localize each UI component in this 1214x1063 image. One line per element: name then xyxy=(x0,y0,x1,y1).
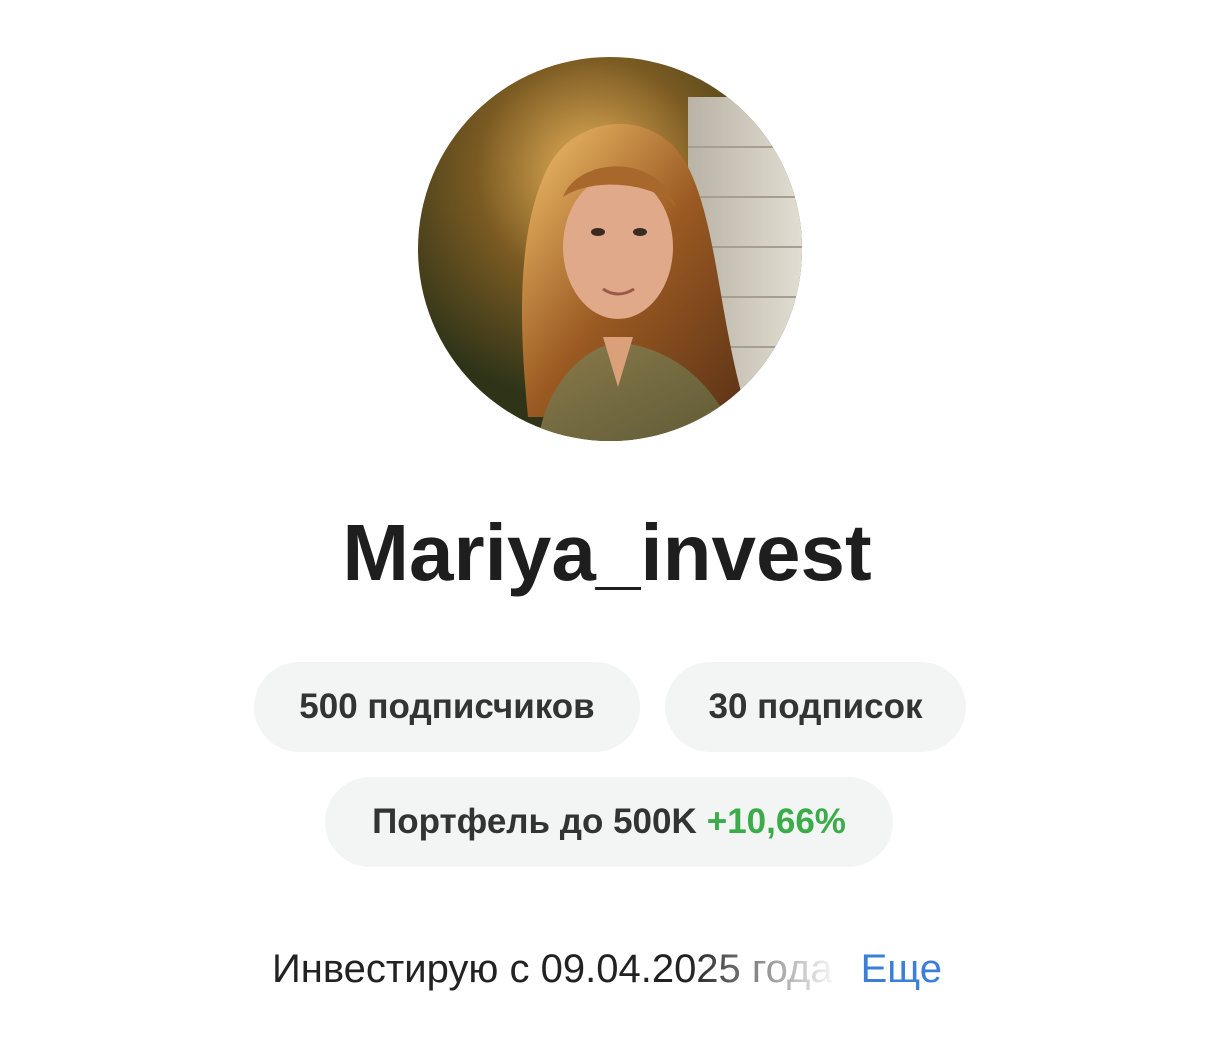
bio-more-link[interactable]: Еще xyxy=(861,942,942,996)
avatar[interactable] xyxy=(418,57,802,441)
portfolio-gain: +10,66% xyxy=(706,802,846,841)
bio-text: Инвестирую с 09.04.2025 года xyxy=(272,942,839,996)
followers-button[interactable]: 500 подписчиков xyxy=(254,662,640,752)
avatar-image xyxy=(418,57,802,441)
bio: Инвестирую с 09.04.2025 года Еще xyxy=(0,942,1214,996)
following-button[interactable]: 30 подписок xyxy=(665,662,966,752)
username: Mariya_invest xyxy=(342,508,872,597)
portfolio-label: Портфель до 500K xyxy=(372,802,697,841)
portfolio-button[interactable]: Портфель до 500K +10,66% xyxy=(325,777,893,867)
